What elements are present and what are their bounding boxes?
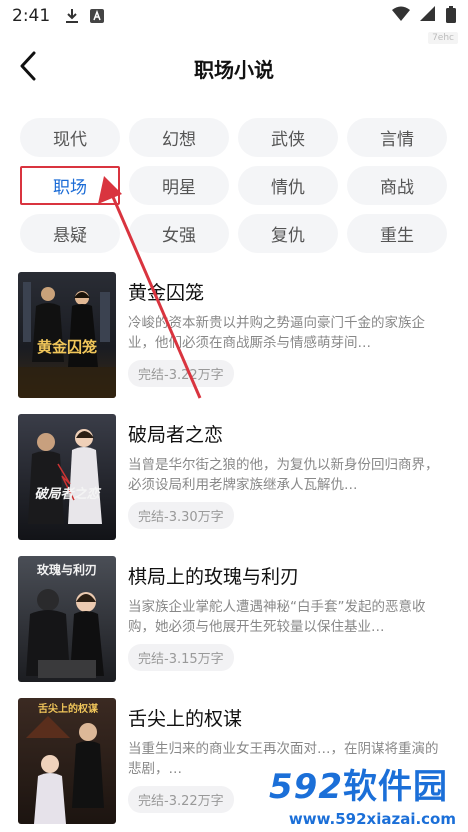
battery-icon [446, 5, 456, 27]
tag-rebirth[interactable]: 重生 [347, 214, 447, 253]
book-cover[interactable]: 玫瑰与利刃 [18, 556, 116, 682]
book-title: 破局者之恋 [128, 424, 224, 446]
site-watermark-banner: 592软件园 www.592xiazai.com [234, 756, 468, 832]
page-title: 职场小说 [194, 57, 274, 82]
book-status-badge: 完结-3.22万字 [128, 786, 234, 813]
cover-title-text: 破局者之恋 [34, 486, 101, 502]
book-title: 棋局上的玫瑰与利刃 [128, 566, 300, 588]
chevron-left-icon [19, 51, 37, 85]
book-item[interactable]: 破局者之恋 破局者之恋 当曾是华尔街之狼的他，为复仇以新身份回归商界，必须设局利… [18, 414, 450, 556]
book-cover[interactable]: 破局者之恋 [18, 414, 116, 540]
tag-fantasy[interactable]: 幻想 [129, 118, 229, 157]
tag-business-war[interactable]: 商战 [347, 166, 447, 205]
tag-wuxia[interactable]: 武侠 [238, 118, 338, 157]
status-time: 2:41 [12, 6, 51, 26]
site-logo: 592软件园 [269, 759, 448, 808]
tag-celebrity[interactable]: 明星 [129, 166, 229, 205]
tag-mystery[interactable]: 悬疑 [20, 214, 120, 253]
tag-modern[interactable]: 现代 [20, 118, 120, 157]
tag-love-hate[interactable]: 情仇 [238, 166, 338, 205]
tag-revenge[interactable]: 复仇 [238, 214, 338, 253]
book-item[interactable]: 黄金囚笼 黄金囚笼 冷峻的资本新贵以并购之势逼向豪门千金的家族企业，他们必须在商… [18, 272, 450, 414]
wifi-icon [392, 6, 410, 26]
book-description: 当曾是华尔街之狼的他，为复仇以新身份回归商界，必须设局利用老牌家族继承人瓦解仇… [128, 457, 439, 493]
tag-strong-heroine[interactable]: 女强 [129, 214, 229, 253]
book-status-badge: 完结-3.22万字 [128, 360, 234, 387]
status-right-icons [392, 5, 456, 27]
tag-workplace[interactable]: 职场 [20, 166, 120, 205]
app-notification-icon [90, 9, 105, 23]
book-info: 破局者之恋 当曾是华尔街之狼的他，为复仇以新身份回归商界，必须设局利用老牌家族继… [128, 414, 450, 556]
book-list: 黄金囚笼 黄金囚笼 冷峻的资本新贵以并购之势逼向豪门千金的家族企业，他们必须在商… [0, 253, 468, 832]
tag-romance[interactable]: 言情 [347, 118, 447, 157]
header: 职场小说 [0, 32, 468, 104]
book-title: 黄金囚笼 [128, 282, 205, 304]
site-logo-digits: 592 [269, 767, 343, 807]
book-cover[interactable]: 舌尖上的权谋 [18, 698, 116, 824]
book-info: 棋局上的玫瑰与利刃 当家族企业掌舵人遭遇神秘“白手套”发起的恶意收购，她必须与他… [128, 556, 450, 698]
book-status-badge: 完结-3.15万字 [128, 644, 234, 671]
cover-title-text: 黄金囚笼 [37, 338, 97, 356]
status-bar: 2:41 7ehc [0, 0, 468, 44]
site-logo-text: 软件园 [343, 767, 448, 807]
signal-icon [420, 6, 436, 26]
book-description: 当家族企业掌舵人遭遇神秘“白手套”发起的恶意收购，她必须与他展开生死较量以保住基… [128, 599, 426, 635]
book-item[interactable]: 玫瑰与利刃 棋局上的玫瑰与利刃 当家族企业掌舵人遭遇神秘“白手套”发起的恶意收购… [18, 556, 450, 698]
cover-title-text: 玫瑰与利刃 [37, 562, 97, 577]
category-tags: 现代 幻想 武侠 言情 职场 明星 情仇 商战 悬疑 女强 复仇 重生 [0, 104, 468, 253]
cover-title-text: 舌尖上的权谋 [38, 702, 99, 715]
book-title: 舌尖上的权谋 [128, 708, 243, 730]
book-status-badge: 完结-3.30万字 [128, 502, 234, 529]
download-icon [64, 8, 80, 24]
book-description: 冷峻的资本新贵以并购之势逼向豪门千金的家族企业，他们必须在商战厮杀与情感萌芽间… [128, 315, 425, 351]
book-info: 黄金囚笼 冷峻的资本新贵以并购之势逼向豪门千金的家族企业，他们必须在商战厮杀与情… [128, 272, 450, 414]
back-button[interactable] [12, 48, 44, 88]
site-url: www.592xiazai.com [288, 810, 456, 828]
book-cover[interactable]: 黄金囚笼 [18, 272, 116, 398]
